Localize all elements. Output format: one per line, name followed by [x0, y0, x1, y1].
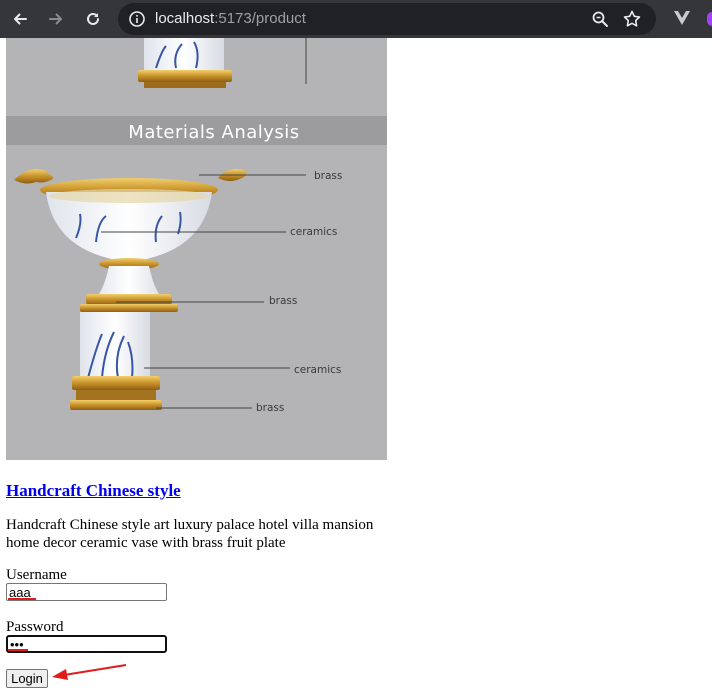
username-label: Username — [6, 567, 67, 583]
annotation-underline — [8, 598, 36, 600]
callout-ceramics-2: ceramics — [294, 364, 341, 376]
browser-toolbar: localhost:5173/product — [0, 0, 712, 38]
callout-ceramics-1: ceramics — [290, 226, 337, 238]
bookmark-star-icon[interactable] — [622, 9, 642, 34]
reload-icon[interactable] — [82, 8, 104, 30]
callout-brass-2: brass — [269, 295, 297, 307]
back-arrow-icon[interactable] — [9, 8, 31, 30]
address-bar[interactable]: localhost:5173/product — [118, 3, 656, 35]
password-label: Password — [6, 619, 64, 635]
url-host: localhost — [155, 10, 215, 27]
callout-brass-3: brass — [256, 402, 284, 414]
password-input[interactable] — [6, 635, 167, 653]
product-image: Materials Analysis brass ceramics brass … — [6, 38, 387, 460]
annotation-underline — [8, 649, 28, 651]
profile-avatar[interactable] — [707, 12, 712, 26]
annotation-arrow-icon — [52, 664, 127, 680]
product-description: Handcraft Chinese style art luxury palac… — [6, 517, 374, 551]
site-info-icon[interactable] — [128, 10, 146, 28]
image-heading: Materials Analysis — [128, 122, 299, 143]
extension-icon[interactable] — [672, 9, 692, 32]
zoom-icon[interactable] — [591, 10, 609, 33]
product-title-link[interactable]: Handcraft Chinese style — [6, 481, 181, 500]
login-button[interactable]: Login — [6, 669, 48, 688]
product-title: Handcraft Chinese style — [6, 480, 181, 502]
callout-brass-1: brass — [314, 170, 342, 182]
forward-arrow-icon[interactable] — [45, 8, 67, 30]
url-path: :5173/product — [214, 10, 306, 27]
url-text[interactable]: localhost:5173/product — [155, 9, 306, 29]
